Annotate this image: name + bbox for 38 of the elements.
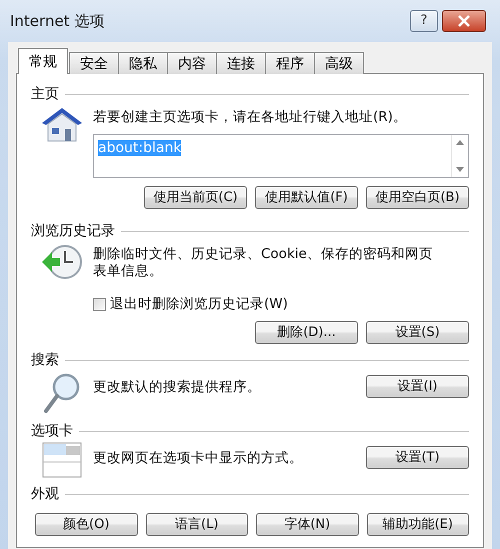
tab[interactable]: 连接 (216, 52, 266, 74)
button[interactable]: 颜色(O) (35, 513, 138, 536)
section-heading: 主页 (31, 85, 59, 104)
close-button[interactable] (442, 10, 486, 32)
help-button[interactable]: ? (410, 10, 438, 32)
search-icon (42, 371, 82, 415)
tab-window-icon (42, 442, 82, 478)
section-heading: 选项卡 (31, 422, 73, 441)
button[interactable]: 设置(I) (366, 375, 469, 398)
description-text: 删除临时文件、历史记录、Cookie、保存的密码和网页表单信息。 (93, 246, 434, 280)
tab[interactable]: 程序 (265, 52, 315, 74)
button[interactable]: 字体(N) (256, 513, 358, 536)
button[interactable]: 删除(D)... (255, 321, 358, 344)
button[interactable]: 语言(L) (146, 513, 248, 536)
section-heading: 外观 (31, 485, 59, 504)
checkbox[interactable] (93, 298, 106, 311)
tab[interactable]: 高级 (314, 52, 364, 74)
section-heading: 浏览历史记录 (31, 222, 115, 241)
button[interactable]: 设置(T) (366, 446, 469, 469)
section-heading: 搜索 (31, 351, 59, 370)
scroll-down-icon[interactable] (456, 167, 464, 172)
tab[interactable]: 隐私 (118, 52, 168, 74)
tab[interactable]: 安全 (69, 52, 119, 74)
checkbox-label: 退出时删除浏览历史记录(W) (110, 296, 288, 313)
tab[interactable]: 常规 (18, 48, 68, 74)
window-title: Internet 选项 (10, 10, 104, 32)
tab[interactable]: 内容 (167, 52, 217, 74)
button[interactable]: 使用空白页(B) (366, 186, 469, 209)
scroll-up-icon[interactable] (456, 140, 464, 145)
button[interactable]: 设置(S) (366, 321, 469, 344)
description-text: 若要创建主页选项卡，请在各地址行键入地址(R)。 (93, 109, 408, 126)
button[interactable]: 使用当前页(C) (144, 186, 247, 209)
close-icon (457, 15, 471, 27)
description-text: 更改默认的搜索提供程序。 (93, 379, 262, 396)
clock-icon (40, 242, 84, 282)
description-text: 更改网页在选项卡中显示的方式。 (93, 450, 304, 467)
button[interactable]: 使用默认值(F) (255, 186, 358, 209)
button[interactable]: 辅助功能(E) (366, 513, 469, 536)
